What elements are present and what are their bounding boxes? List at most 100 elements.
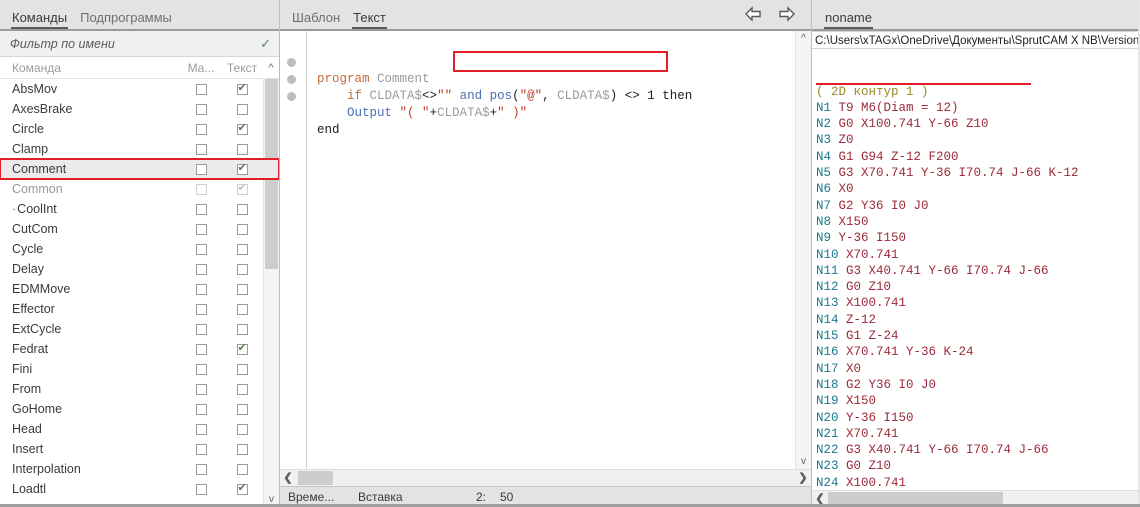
- checkbox-mask[interactable]: [196, 384, 207, 395]
- cell-text[interactable]: [221, 84, 263, 95]
- table-row[interactable]: Effector: [0, 299, 279, 319]
- checkbox-mask[interactable]: [196, 404, 207, 415]
- cell-text[interactable]: [221, 324, 263, 335]
- column-header-mask[interactable]: Ma...: [181, 61, 221, 75]
- hscroll-thumb[interactable]: [298, 471, 333, 485]
- table-row[interactable]: ·CoolInt: [0, 199, 279, 219]
- checkbox-text[interactable]: [237, 344, 248, 355]
- checkbox-mask[interactable]: [196, 144, 207, 155]
- table-row[interactable]: AbsMov: [0, 79, 279, 99]
- tab-text[interactable]: Текст: [349, 11, 395, 29]
- table-row[interactable]: Head: [0, 419, 279, 439]
- tab-noname[interactable]: noname: [821, 11, 881, 29]
- gcode-text[interactable]: ( 2D контур 1 )N1 T9 M6(Diam = 12)N2 G0 …: [812, 49, 1138, 490]
- checkbox-text[interactable]: [237, 424, 248, 435]
- cell-text[interactable]: [221, 464, 263, 475]
- checkbox-text[interactable]: [237, 324, 248, 335]
- table-row[interactable]: EDMMove: [0, 279, 279, 299]
- cell-mask[interactable]: [181, 464, 221, 475]
- checkbox-text[interactable]: [237, 104, 248, 115]
- cell-text[interactable]: [221, 164, 263, 175]
- cell-text[interactable]: [221, 184, 263, 195]
- file-path[interactable]: C:\Users\xTAGx\OneDrive\Документы\SprutC…: [812, 31, 1138, 49]
- editor-vscrollbar[interactable]: ^ v: [795, 31, 811, 469]
- code-editor[interactable]: program Comment if CLDATA$<>"" and pos("…: [280, 31, 811, 469]
- cell-mask[interactable]: [181, 344, 221, 355]
- breakpoint-dot-icon[interactable]: [287, 58, 296, 67]
- checkbox-text[interactable]: [237, 444, 248, 455]
- filter-row[interactable]: Фильтр по имени ✓: [0, 31, 279, 57]
- checkbox-mask[interactable]: [196, 464, 207, 475]
- checkbox-mask[interactable]: [196, 244, 207, 255]
- cell-text[interactable]: [221, 444, 263, 455]
- commands-scrollbar[interactable]: v: [263, 79, 279, 507]
- table-row[interactable]: Clamp: [0, 139, 279, 159]
- table-row[interactable]: Interpolation: [0, 459, 279, 479]
- cell-mask[interactable]: [181, 284, 221, 295]
- checkbox-text[interactable]: [237, 484, 248, 495]
- editor-gutter[interactable]: [280, 31, 307, 469]
- cell-text[interactable]: [221, 364, 263, 375]
- cell-mask[interactable]: [181, 164, 221, 175]
- cell-text[interactable]: [221, 244, 263, 255]
- checkbox-mask[interactable]: [196, 84, 207, 95]
- tab-commands[interactable]: Команды: [8, 11, 76, 29]
- column-header-text[interactable]: Текст: [221, 61, 263, 75]
- hscroll-right-icon[interactable]: ❯: [795, 470, 811, 486]
- cell-text[interactable]: [221, 304, 263, 315]
- table-row[interactable]: ExtCycle: [0, 319, 279, 339]
- cell-text[interactable]: [221, 144, 263, 155]
- checkbox-mask[interactable]: [196, 124, 207, 135]
- filter-input[interactable]: Фильтр по имени: [10, 37, 115, 51]
- cell-mask[interactable]: [181, 124, 221, 135]
- breakpoint-dot-icon[interactable]: [287, 75, 296, 84]
- checkbox-mask[interactable]: [196, 444, 207, 455]
- checkbox-mask[interactable]: [196, 224, 207, 235]
- table-row[interactable]: Cycle: [0, 239, 279, 259]
- cell-mask[interactable]: [181, 224, 221, 235]
- scroll-up-icon[interactable]: ^: [263, 62, 279, 74]
- table-row[interactable]: From: [0, 379, 279, 399]
- checkbox-text[interactable]: [237, 124, 248, 135]
- checkbox-text[interactable]: [237, 204, 248, 215]
- code-text[interactable]: program Comment if CLDATA$<>"" and pos("…: [307, 31, 811, 469]
- cell-mask[interactable]: [181, 304, 221, 315]
- checkbox-text[interactable]: [237, 304, 248, 315]
- checkbox-mask[interactable]: [196, 164, 207, 175]
- checkbox-mask[interactable]: [196, 284, 207, 295]
- cell-mask[interactable]: [181, 384, 221, 395]
- table-row[interactable]: Insert: [0, 439, 279, 459]
- checkbox-text[interactable]: [237, 224, 248, 235]
- cell-mask[interactable]: [181, 364, 221, 375]
- table-row[interactable]: Comment: [0, 159, 279, 179]
- breakpoint-dot-icon[interactable]: [287, 92, 296, 101]
- cell-mask[interactable]: [181, 204, 221, 215]
- cell-text[interactable]: [221, 484, 263, 495]
- cell-mask[interactable]: [181, 484, 221, 495]
- checkbox-text[interactable]: [237, 244, 248, 255]
- cell-mask[interactable]: [181, 424, 221, 435]
- table-row[interactable]: GoHome: [0, 399, 279, 419]
- checkbox-mask[interactable]: [196, 424, 207, 435]
- cell-text[interactable]: [221, 124, 263, 135]
- cell-text[interactable]: [221, 424, 263, 435]
- cell-text[interactable]: [221, 404, 263, 415]
- checkbox-text[interactable]: [237, 284, 248, 295]
- cell-mask[interactable]: [181, 184, 221, 195]
- checkbox-text[interactable]: [237, 404, 248, 415]
- cell-mask[interactable]: [181, 84, 221, 95]
- checkbox-text[interactable]: [237, 364, 248, 375]
- cell-mask[interactable]: [181, 404, 221, 415]
- checkbox-text[interactable]: [237, 84, 248, 95]
- checkbox-text[interactable]: [237, 144, 248, 155]
- table-row[interactable]: Loadtl: [0, 479, 279, 499]
- checkbox-text[interactable]: [237, 384, 248, 395]
- cell-text[interactable]: [221, 264, 263, 275]
- checkbox-mask[interactable]: [196, 304, 207, 315]
- column-header-command[interactable]: Команда: [0, 61, 181, 75]
- checkbox-mask[interactable]: [196, 324, 207, 335]
- table-row[interactable]: Fedrat: [0, 339, 279, 359]
- checkbox-mask[interactable]: [196, 264, 207, 275]
- hscroll-left-icon[interactable]: ❮: [280, 470, 296, 486]
- tab-subprograms[interactable]: Подпрограммы: [76, 11, 181, 29]
